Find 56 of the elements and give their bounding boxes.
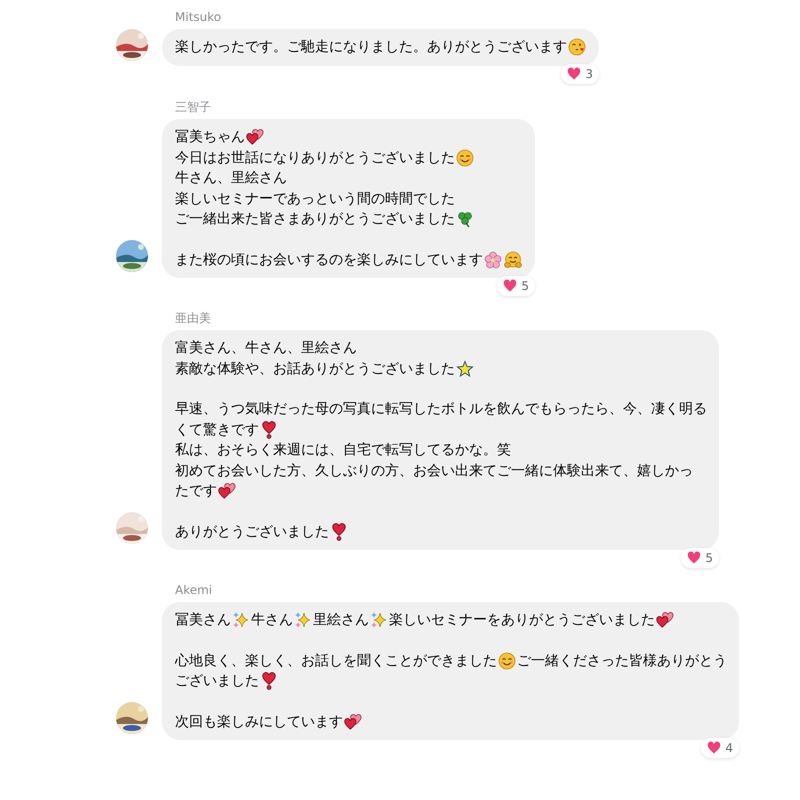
message-text: 心地良く、楽しく、お話しを聞くことができました <box>175 652 497 670</box>
reaction-count: 5 <box>705 550 713 566</box>
reaction-count: 3 <box>585 66 593 82</box>
message-text: ございました <box>175 672 259 691</box>
winking-kiss-face-icon <box>568 38 586 56</box>
message-text: 冨美ちゃん <box>175 128 245 147</box>
heart-icon <box>503 279 518 293</box>
glowing-star-icon <box>456 360 474 378</box>
hugging-face-icon <box>504 250 522 269</box>
message-text: ご一緒出来た皆さまありがとうございました <box>175 210 455 229</box>
heart-exclamation-icon <box>260 672 278 690</box>
message-text: 牛さん、里絵さん <box>175 169 287 188</box>
reaction-count: 4 <box>725 740 733 756</box>
two-hearts-icon <box>246 128 264 146</box>
message-text: ありがとうございました <box>175 522 329 542</box>
reaction-badge[interactable]: 5 <box>497 276 535 296</box>
reaction-count: 5 <box>521 278 529 294</box>
message-text: 今日はお世話になりありがとうございました <box>175 148 455 168</box>
message-text: 富美さん、牛さん、里絵さん <box>175 339 357 358</box>
reaction-badge[interactable]: 3 <box>561 64 599 84</box>
message-text: 冨美さん <box>175 611 231 630</box>
message-text: 楽しかったです。ご馳走になりました。ありがとうございます <box>175 38 567 57</box>
smiling-face-icon <box>498 652 516 670</box>
message-text: 素敵な体験や、お話ありがとうございました <box>175 360 455 378</box>
message-text: 次回も楽しみにしています <box>175 712 343 732</box>
message-text: ご一緒くださった皆様ありがとう <box>517 652 727 670</box>
message-text: 里絵さん <box>313 611 369 630</box>
message-text: くて驚きです <box>175 420 259 440</box>
two-hearts-icon <box>344 712 362 731</box>
reaction-badge[interactable]: 4 <box>701 738 739 758</box>
message-text: 私は、おそらく来週には、自宅で転写してるかな。笑 <box>175 441 511 460</box>
sender-name: Akemi <box>175 582 214 598</box>
sparkles-icon <box>370 611 388 630</box>
message-text: 初めてお会いした方、久しぶりの方、お会い出来てご一緒に体験出来て、嬉しかっ <box>175 462 693 480</box>
blossom-icon <box>484 250 502 269</box>
heart-exclamation-icon <box>330 522 348 541</box>
two-hearts-icon <box>656 611 674 630</box>
message-text: 牛さん <box>251 611 293 630</box>
message-text: また桜の頃にお会いするのを楽しみにしています <box>175 250 483 270</box>
sparkles-icon <box>232 611 250 630</box>
message-text: 楽しいセミナーをありがとうございました <box>389 611 655 630</box>
heart-icon <box>707 741 722 755</box>
heart-exclamation-icon <box>260 420 278 439</box>
heart-icon <box>687 551 702 565</box>
sparkles-icon <box>294 611 312 630</box>
reaction-badge[interactable]: 5 <box>681 548 719 568</box>
smiling-face-icon <box>456 148 474 167</box>
heart-icon <box>567 66 582 80</box>
sender-name: 亜由美 <box>175 310 212 326</box>
sender-name: Mitsuko <box>175 9 222 25</box>
clover-icon <box>456 210 474 228</box>
message-text: 早速、うつ気味だった母の写真に転写したボトルを飲んでもらったら、今、凄く明る <box>175 400 707 419</box>
message-text: 楽しいセミナーであっという間の時間でした <box>175 190 455 208</box>
sender-name: 三智子 <box>175 99 212 115</box>
two-hearts-icon <box>218 482 236 500</box>
message-text: たです <box>175 482 217 501</box>
